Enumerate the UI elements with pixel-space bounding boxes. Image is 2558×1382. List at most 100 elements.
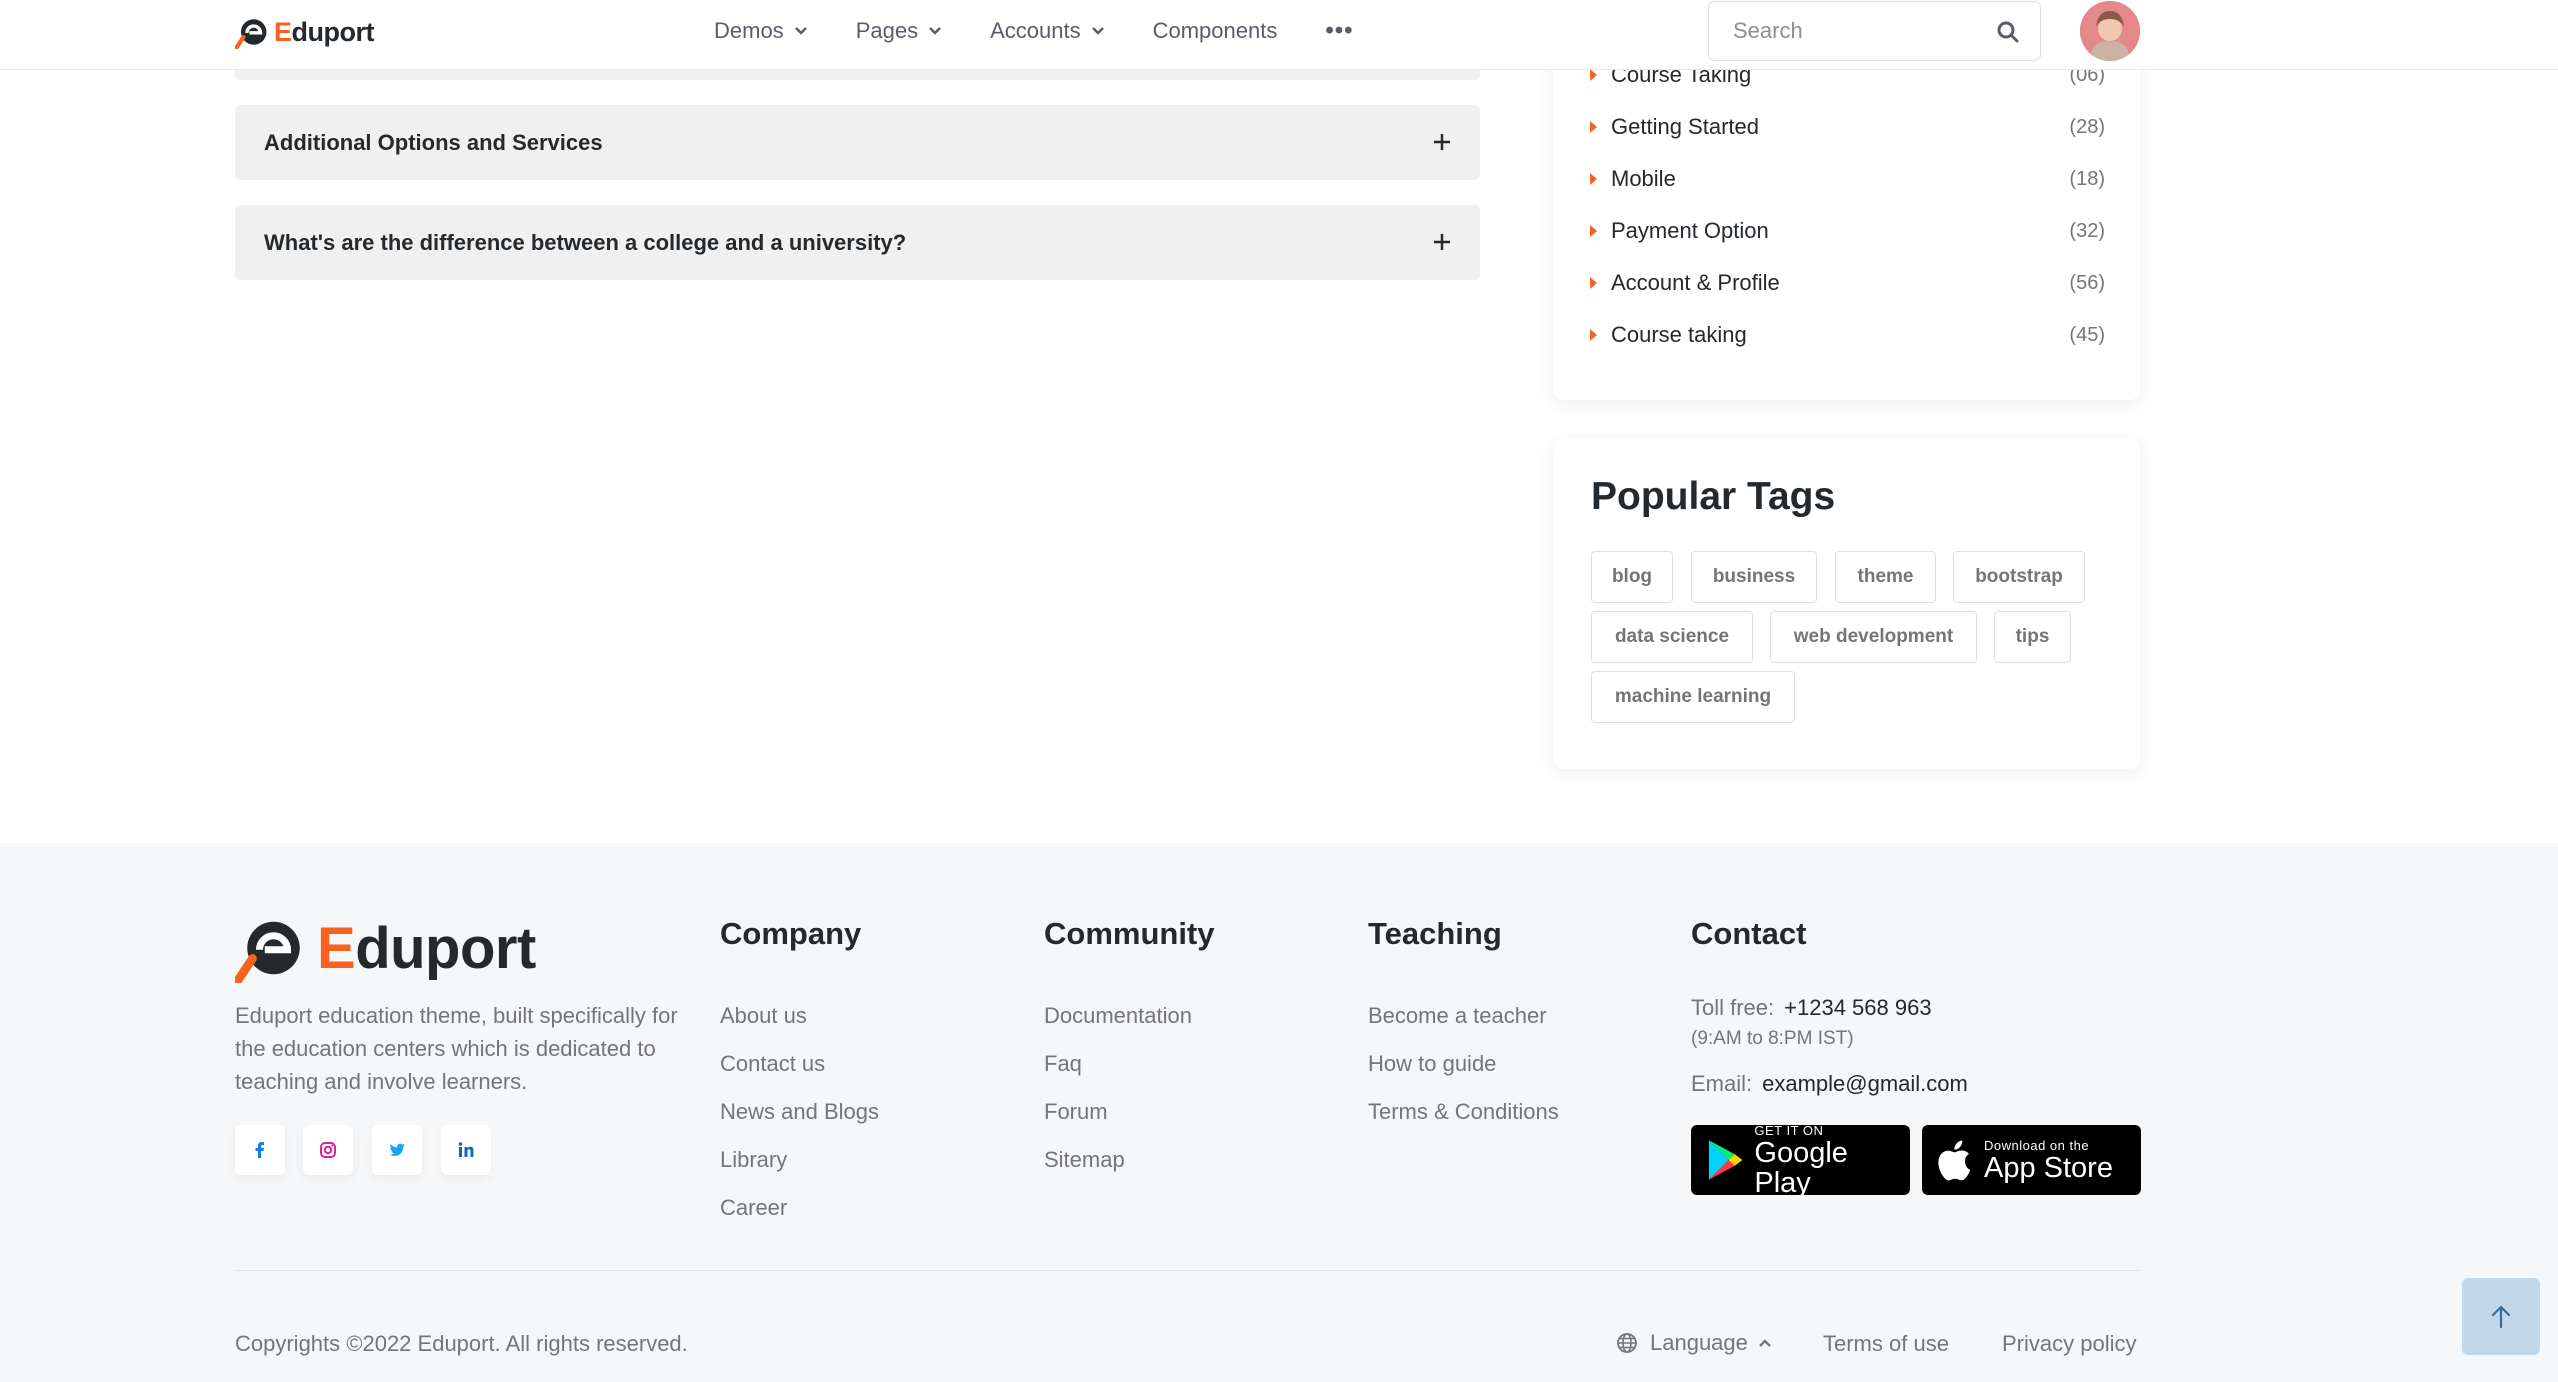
chevron-down-icon [929,27,941,35]
google-play-button[interactable]: GET IT ON Google Play [1691,1122,1910,1199]
category-item[interactable]: Account & Profile (56) [1590,268,2105,298]
terms-of-use-link[interactable]: Terms of use [1823,1331,1949,1357]
logo[interactable]: Eduport [235,14,375,50]
footer-link-sitemap[interactable]: Sitemap [1044,1147,1125,1173]
logo-icon [235,921,300,983]
tag-machine-learning[interactable]: machine learning [1591,671,1795,723]
faq-item[interactable]: Additional Options and Services [235,105,1480,180]
category-item[interactable]: Course taking (45) [1590,320,2105,350]
teaching-title: Teaching [1368,916,1502,951]
tag-blog[interactable]: blog [1591,551,1673,603]
twitter-icon [389,1143,405,1156]
email-label: Email: [1691,1071,1753,1096]
instagram-button[interactable] [303,1125,353,1175]
category-item[interactable]: Getting Started (28) [1590,112,2105,142]
contact-title: Contact [1691,916,1807,951]
community-title: Community [1044,916,1215,951]
footer-link-become-teacher[interactable]: Become a teacher [1368,1003,1547,1029]
toll-free-row: Toll free: +1234 568 963 [1691,995,1932,1021]
arrow-up-icon [2491,1304,2511,1328]
category-count: (28) [2069,115,2105,138]
google-play-text: GET IT ON Google Play [1754,1122,1848,1199]
footer-logo[interactable]: Eduport [235,913,536,983]
google-play-icon [1708,1140,1743,1180]
category-count: (45) [2069,323,2105,346]
footer-link-terms-conditions[interactable]: Terms & Conditions [1368,1099,1559,1125]
tag-bootstrap[interactable]: bootstrap [1953,551,2085,603]
category-count: (56) [2069,271,2105,294]
faq-question: What's are the difference between a coll… [264,229,907,255]
faq-item[interactable]: What's are the difference between a coll… [235,205,1480,280]
globe-icon [1617,1333,1637,1353]
logo-icon [235,19,267,49]
caret-right-icon [1590,69,1597,81]
nav-accounts-label: Accounts [990,18,1081,43]
nav-accounts[interactable]: Accounts [990,18,1105,44]
footer-link-career[interactable]: Career [720,1195,787,1221]
footer-link-how-to-guide[interactable]: How to guide [1368,1051,1496,1077]
footer-link-about[interactable]: About us [720,1003,807,1029]
chevron-up-icon [1759,1339,1771,1347]
twitter-button[interactable] [372,1125,422,1175]
nav-more-button[interactable]: ••• [1325,17,1353,45]
email-link[interactable]: example@gmail.com [1762,1071,1968,1096]
tag-theme[interactable]: theme [1835,551,1936,603]
categories-card: Course Taking (06) Getting Started (28) … [1553,40,2140,400]
footer-link-forum[interactable]: Forum [1044,1099,1108,1125]
category-count: (32) [2069,219,2105,242]
tag-web-development[interactable]: web development [1770,611,1977,663]
nav-components-label: Components [1152,18,1278,43]
logo-text: Eduport [274,16,375,47]
tag-business[interactable]: business [1691,551,1817,603]
footer-divider [235,1270,2140,1271]
tag-data-science[interactable]: data science [1591,611,1753,663]
chevron-down-icon [794,27,807,35]
footer-link-library[interactable]: Library [720,1147,787,1173]
nav-pages[interactable]: Pages [856,18,942,44]
main-nav: Demos Pages Accounts Components ••• [714,0,1402,62]
linkedin-button[interactable] [441,1125,491,1175]
facebook-icon [255,1142,264,1158]
tag-tips[interactable]: tips [1994,611,2071,663]
toll-free-number[interactable]: +1234 568 963 [1784,995,1931,1020]
search-icon[interactable] [1996,20,2020,44]
back-to-top-button[interactable] [2462,1278,2540,1355]
facebook-button[interactable] [235,1125,285,1175]
avatar[interactable] [2080,1,2140,61]
footer-link-documentation[interactable]: Documentation [1044,1003,1192,1029]
caret-right-icon [1590,225,1597,237]
app-store-button[interactable]: Download on the App Store [1922,1125,2141,1195]
language-dropdown[interactable]: Language [1616,1330,1772,1356]
footer-link-faq[interactable]: Faq [1044,1051,1082,1077]
category-label: Mobile [1611,166,1676,191]
plus-icon [1434,234,1450,250]
chevron-down-icon [1091,27,1104,35]
category-label: Account & Profile [1611,270,1780,295]
popular-tags-card: Popular Tags blog business theme bootstr… [1553,439,2140,769]
nav-components[interactable]: Components [1153,18,1278,44]
top-navbar: Eduport Demos Pages Accounts Components … [0,0,2558,70]
privacy-policy-link[interactable]: Privacy policy [2002,1331,2136,1357]
category-item[interactable]: Mobile (18) [1590,164,2105,194]
category-item[interactable]: Payment Option (32) [1590,216,2105,246]
footer-description: Eduport education theme, built specifica… [235,1003,678,1094]
faq-question: Additional Options and Services [264,129,603,155]
email-row: Email: example@gmail.com [1691,1071,1968,1097]
copyright-text: Copyrights ©2022 Eduport. All rights res… [235,1331,688,1356]
nav-pages-label: Pages [855,18,919,43]
app-store-text: Download on the App Store [1984,1137,2113,1184]
search-input[interactable] [1733,18,1993,44]
footer-link-contact[interactable]: Contact us [720,1051,825,1077]
apple-icon [1938,1140,1971,1181]
search-box [1708,1,2041,61]
footer-link-news[interactable]: News and Blogs [720,1099,879,1125]
category-label: Payment Option [1611,218,1769,243]
plus-icon [1434,134,1450,150]
nav-demos-label: Demos [714,18,784,43]
category-label: Getting Started [1611,114,1759,139]
caret-right-icon [1590,121,1597,133]
caret-right-icon [1590,173,1597,185]
language-label: Language [1650,1330,1748,1355]
nav-demos[interactable]: Demos [714,18,808,44]
avatar-image [2080,1,2140,61]
